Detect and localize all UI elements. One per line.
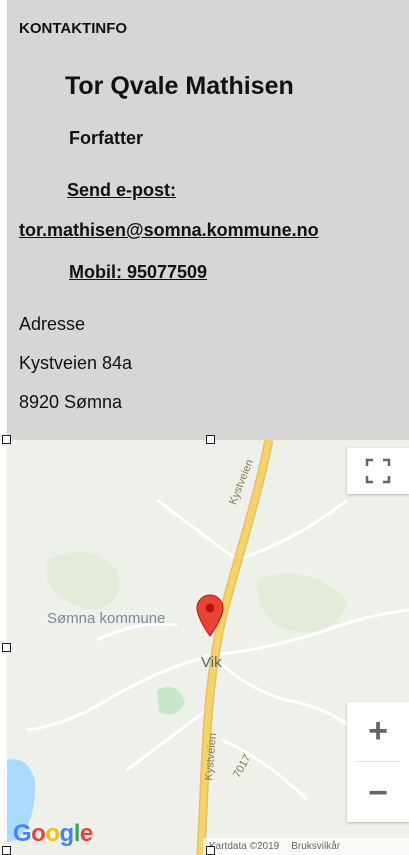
fullscreen-icon [365, 458, 391, 484]
address-street: Kystveien 84a [19, 353, 133, 373]
zoom-out-button[interactable]: − [347, 764, 409, 822]
zoom-in-button[interactable]: + [347, 702, 409, 760]
resize-handle[interactable] [206, 846, 215, 855]
logo-letter: g [59, 820, 75, 847]
resize-handle[interactable] [2, 643, 11, 652]
google-logo[interactable]: Google [13, 820, 93, 848]
resize-handle[interactable] [2, 846, 11, 855]
logo-letter: o [31, 820, 46, 847]
terms-link[interactable]: Bruksvilkår [291, 841, 340, 852]
map-widget[interactable]: Kystveien Kystveien 7017 Sømna kommune V… [7, 440, 409, 855]
village-label: Vik [201, 654, 222, 671]
send-email-link[interactable]: Send e-post: [67, 180, 176, 201]
resize-handle[interactable] [206, 435, 215, 444]
zoom-divider [355, 761, 401, 762]
address-postal-city: 8920 Sømna [19, 392, 123, 412]
fullscreen-button[interactable] [347, 448, 409, 494]
park-area [257, 573, 347, 632]
contact-role: Forfatter [69, 128, 144, 148]
park-area [47, 552, 120, 610]
map-data-credit: Kartdata ©2019 [209, 841, 280, 852]
resize-handle[interactable] [2, 435, 11, 444]
park-area [157, 686, 185, 715]
mobile-link[interactable]: Mobil: 95077509 [69, 262, 207, 283]
logo-letter: e [79, 820, 93, 847]
logo-letter: G [13, 820, 32, 847]
contact-name: Tor Qvale Mathisen [65, 72, 294, 100]
contact-card: KONTAKTINFO Tor Qvale Mathisen Forfatter… [7, 0, 409, 440]
address-label: Adresse [19, 314, 86, 334]
zoom-control: + − [347, 702, 409, 822]
place-label: Sømna kommune [47, 610, 166, 627]
logo-letter: o [45, 820, 60, 847]
email-link[interactable]: tor.mathisen@somna.kommune.no [19, 220, 319, 241]
map-attribution: Kartdata ©2019 Bruksvilkår [203, 838, 409, 855]
section-heading: KONTAKTINFO [19, 20, 128, 37]
